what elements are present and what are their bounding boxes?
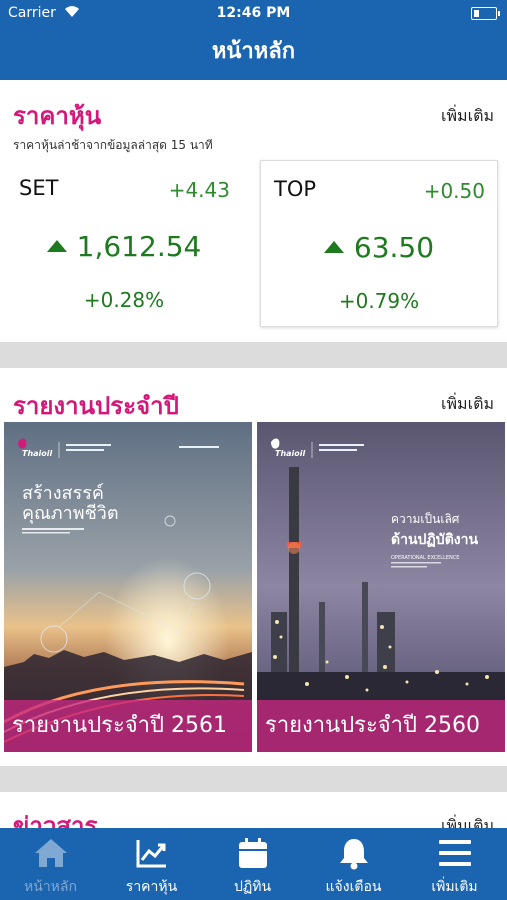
tab-label: แจ้งเตือน [325, 879, 382, 895]
menu-icon [439, 840, 471, 866]
report-cover-subtitle: OPERATIONAL EXCELLENCE [391, 555, 460, 561]
stock-more-link[interactable]: เพิ่มเติม [441, 104, 494, 129]
bell-icon [340, 839, 368, 870]
report-cover-title-line2: คุณภาพชีวิต [22, 503, 119, 524]
report-section-title: รายงานประจำปี [13, 392, 179, 420]
stock-price: 1,612.54 [76, 230, 202, 263]
news-section: ข่าวสาร เพิ่มเติม [0, 792, 507, 828]
up-arrow-icon [323, 241, 344, 253]
tab-bar: หน้าหลัก ราคาหุ้น ปฏิทิน แจ้งเตือน เพิ่ม… [0, 828, 507, 900]
tab-label: หน้าหลัก [24, 879, 77, 895]
tab-more[interactable]: เพิ่มเติม [404, 828, 505, 900]
tab-label: เพิ่มเติม [431, 879, 478, 895]
stock-change: +0.50 [423, 179, 485, 203]
report-cover-title-line1: ความเป็นเลิศ [391, 512, 460, 526]
report-brand-logo: Thaioil [275, 449, 306, 458]
stock-percent: +0.28% [83, 288, 165, 312]
report-cover-title-line1: สร้างสรรค์ [22, 483, 104, 504]
page-title: หน้าหลัก [211, 39, 296, 64]
home-icon [35, 839, 67, 867]
stock-card-top[interactable]: TOP +0.50 63.50 +0.79% [260, 160, 498, 327]
stock-change: +4.43 [168, 178, 230, 202]
tab-notifications[interactable]: แจ้งเตือน [303, 828, 404, 900]
stock-price-row: 63.50 [261, 231, 497, 264]
status-bar: Carrier 12:46 PM [0, 0, 507, 28]
report-cover-title: ความเป็นเลิศ ด้านปฏิบัติงาน OPERATIONAL … [391, 510, 478, 561]
report-label-2560: รายงานประจำปี 2560 [257, 700, 505, 752]
stock-price-row: 1,612.54 [6, 230, 242, 263]
stock-delay-note: ราคาหุ้นล่าช้าจากข้อมูลล่าสุด 15 นาที [13, 138, 213, 152]
report-label-2561: รายงานประจำปี 2561 [4, 700, 252, 752]
stock-section: ราคาหุ้น เพิ่มเติม ราคาหุ้นล่าช้าจากข้อม… [0, 80, 507, 342]
stock-name: TOP [274, 177, 317, 201]
report-card-2561[interactable]: Thaioil สร้างสรรค์ คุณภาพชีวิต รายงานประ… [4, 422, 252, 752]
report-more-link[interactable]: เพิ่มเติม [441, 392, 494, 417]
chart-icon [136, 840, 166, 868]
tab-home[interactable]: หน้าหลัก [0, 828, 101, 900]
calendar-icon [239, 838, 267, 868]
news-more-link[interactable]: เพิ่มเติม [441, 814, 494, 828]
report-card-2560[interactable]: Thaioil ความเป็นเลิศ ด้านปฏิบัติงาน OPER… [257, 422, 505, 752]
annual-report-section: รายงานประจำปี เพิ่มเติม Thaioil สร้างสรร… [0, 368, 507, 766]
tab-label: ปฏิทิน [233, 879, 272, 895]
battery-icon [471, 7, 500, 20]
news-section-title: ข่าวสาร [13, 812, 98, 828]
stock-card-set[interactable]: SET +4.43 1,612.54 +0.28% [6, 160, 242, 325]
stock-name: SET [19, 176, 59, 200]
clock: 12:46 PM [216, 5, 291, 21]
stock-section-title: ราคาหุ้น [13, 102, 102, 130]
stock-price: 63.50 [353, 231, 435, 264]
tab-stock-price[interactable]: ราคาหุ้น [101, 828, 202, 900]
report-cover-title: สร้างสรรค์ คุณภาพชีวิต [22, 484, 119, 524]
report-brand-logo: Thaioil [22, 449, 53, 458]
nav-bar: หน้าหลัก [0, 28, 507, 80]
stock-percent: +0.79% [338, 289, 420, 313]
report-cover-title-line2: ด้านปฏิบัติงาน [391, 532, 479, 548]
tab-calendar[interactable]: ปฏิทิน [202, 828, 303, 900]
tab-label: ราคาหุ้น [125, 879, 178, 895]
up-arrow-icon [46, 240, 67, 252]
